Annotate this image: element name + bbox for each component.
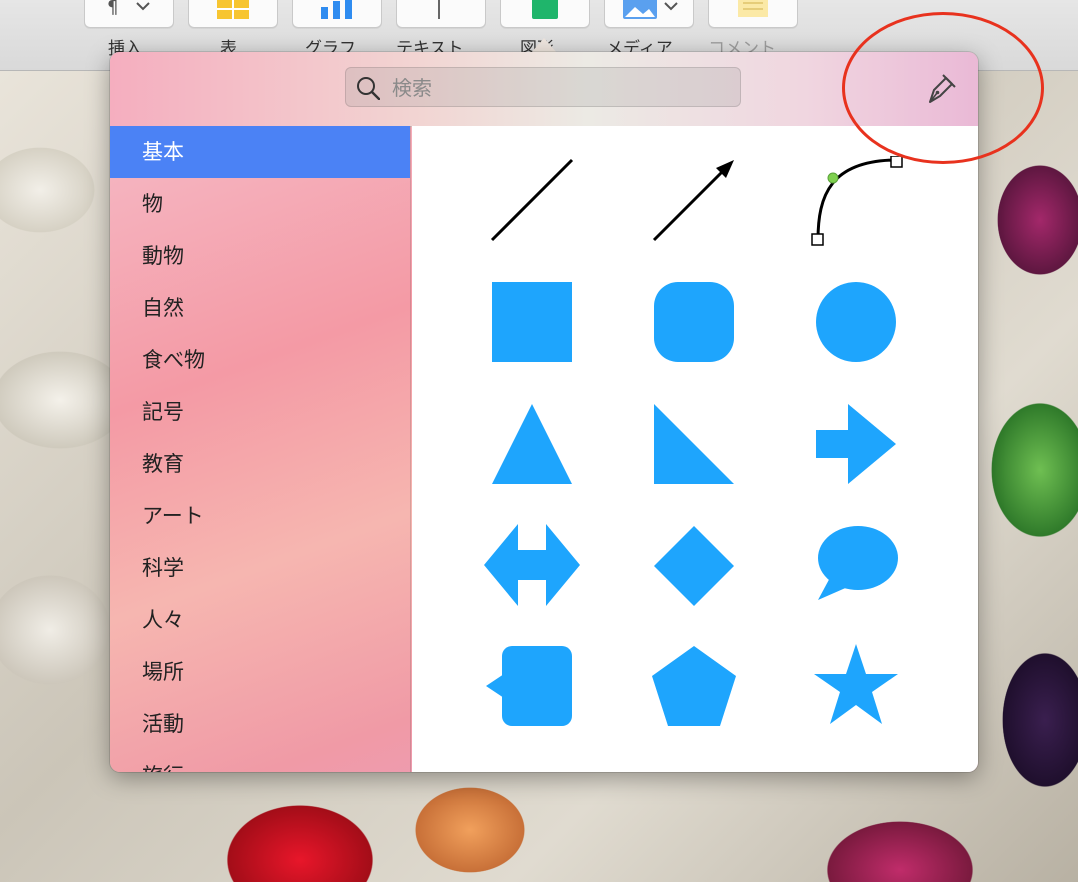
triangle-shape[interactable] [492, 404, 572, 484]
category-item[interactable]: 基本 [110, 126, 410, 178]
text-button[interactable] [396, 0, 486, 28]
category-item[interactable]: 食べ物 [110, 334, 410, 386]
search-icon [357, 77, 380, 100]
shape-library-popover: 基本 物 動物 自然 食べ物 記号 教育 アート 科学 人々 場所 活動 旅行 [110, 52, 978, 772]
text-icon [438, 0, 440, 19]
annotation-circle [842, 12, 1044, 164]
shape-icon [532, 0, 558, 19]
table-icon [217, 0, 249, 19]
chart-button[interactable] [292, 0, 382, 28]
star-shape[interactable] [814, 644, 898, 726]
category-item[interactable]: 科学 [110, 542, 410, 594]
comment-icon [738, 0, 768, 17]
category-item[interactable]: 自然 [110, 282, 410, 334]
table-button[interactable] [188, 0, 278, 28]
arrow-line-shape[interactable] [652, 158, 736, 242]
shape-button[interactable] [500, 0, 590, 28]
category-item[interactable]: 活動 [110, 698, 410, 750]
rounded-square-shape[interactable] [654, 282, 734, 362]
double-arrow-shape[interactable] [484, 524, 580, 606]
category-sidebar: 基本 物 動物 自然 食べ物 記号 教育 アート 科学 人々 場所 活動 旅行 [110, 126, 411, 772]
insert-button[interactable]: ¶ [84, 0, 174, 28]
category-item[interactable]: 記号 [110, 386, 410, 438]
right-triangle-shape[interactable] [654, 404, 734, 484]
square-shape[interactable] [492, 282, 572, 362]
arrow-shape[interactable] [816, 404, 896, 484]
speech-bubble-shape[interactable] [816, 524, 900, 606]
category-item[interactable]: 人々 [110, 594, 410, 646]
media-icon [623, 0, 678, 19]
shapes-grid [412, 126, 978, 772]
category-item[interactable]: 教育 [110, 438, 410, 490]
category-item[interactable]: 場所 [110, 646, 410, 698]
pentagon-shape[interactable] [652, 646, 736, 726]
search-input[interactable] [390, 74, 724, 102]
search-field[interactable] [345, 67, 741, 107]
curve-shape[interactable] [810, 156, 906, 248]
category-item[interactable]: アート [110, 490, 410, 542]
comment-button[interactable] [708, 0, 798, 28]
category-item[interactable]: 旅行 [110, 750, 410, 772]
paragraph-icon: ¶ [107, 0, 150, 18]
media-button[interactable] [604, 0, 694, 28]
svg-text:¶: ¶ [107, 0, 118, 18]
diamond-shape[interactable] [654, 526, 734, 606]
category-item[interactable]: 物 [110, 178, 410, 230]
callout-square-shape[interactable] [486, 646, 574, 726]
line-shape[interactable] [490, 158, 574, 242]
chart-icon [321, 0, 352, 19]
category-item[interactable]: 動物 [110, 230, 410, 282]
circle-shape[interactable] [816, 282, 896, 362]
